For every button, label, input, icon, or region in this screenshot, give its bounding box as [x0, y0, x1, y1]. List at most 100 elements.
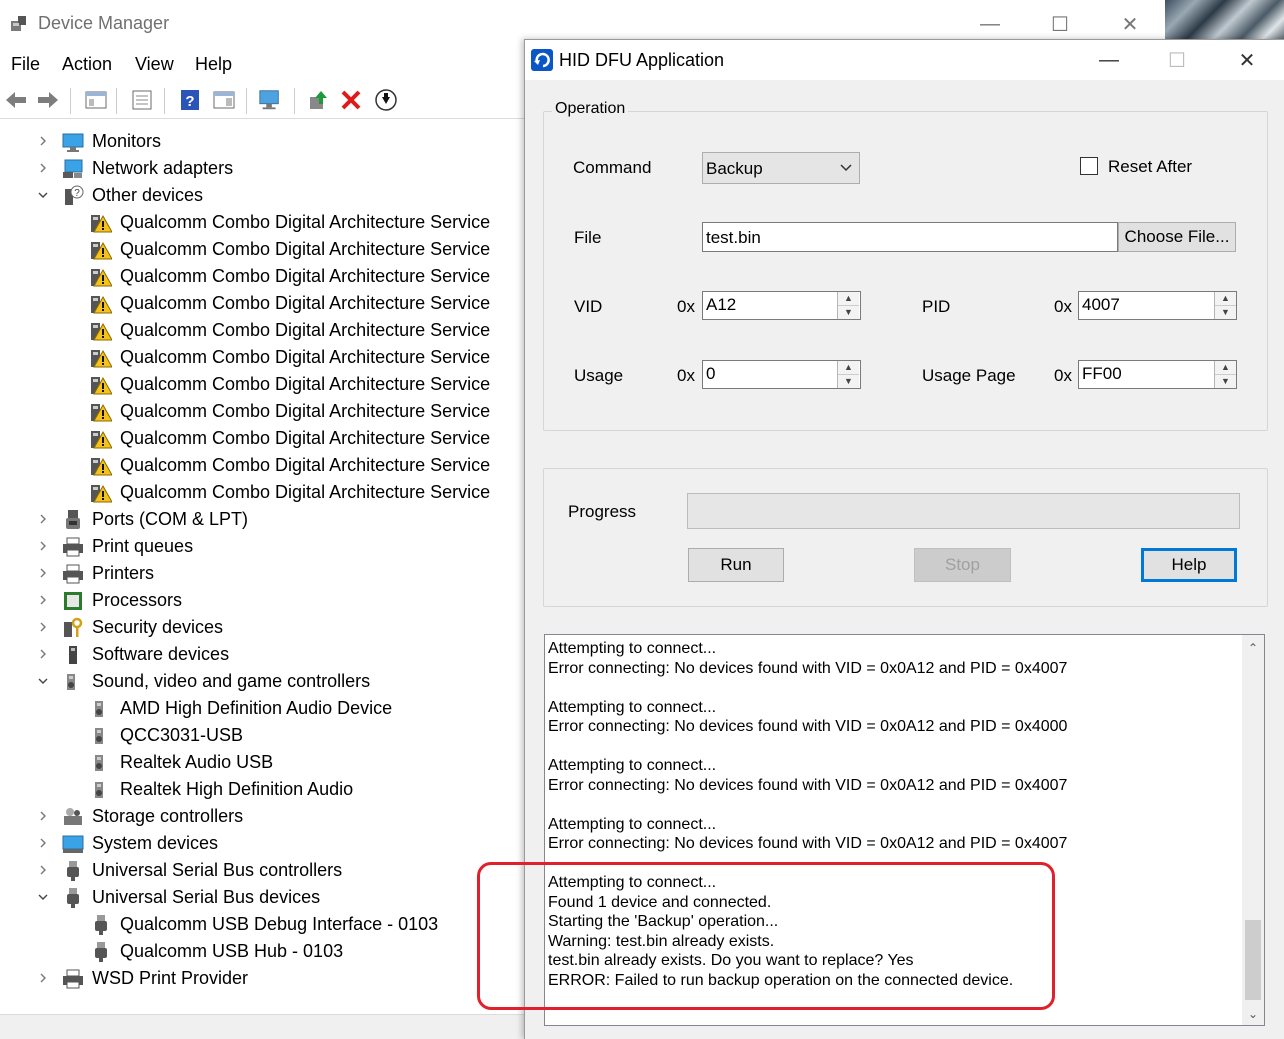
- usb-icon: [90, 914, 112, 936]
- tree-device[interactable]: Qualcomm USB Hub - 0103: [0, 938, 520, 965]
- reset-after-checkbox[interactable]: [1080, 157, 1098, 175]
- tree-device[interactable]: Qualcomm Combo Digital Architecture Serv…: [0, 317, 520, 344]
- tree-device[interactable]: Realtek Audio USB: [0, 749, 520, 776]
- monitor-icon: [62, 131, 84, 153]
- dfu-minimize-button[interactable]: —: [1075, 40, 1143, 80]
- tree-device[interactable]: Qualcomm USB Debug Interface - 0103: [0, 911, 520, 938]
- spin-up-icon[interactable]: ▲: [838, 361, 859, 375]
- tree-category[interactable]: Printers: [0, 560, 520, 587]
- spin-up-icon[interactable]: ▲: [1215, 361, 1236, 375]
- chevron-right-icon[interactable]: [36, 566, 50, 580]
- disable-device-icon[interactable]: [374, 88, 398, 112]
- menu-view[interactable]: View: [135, 54, 174, 75]
- tree-category[interactable]: Sound, video and game controllers: [0, 668, 520, 695]
- chevron-right-icon[interactable]: [36, 863, 50, 877]
- chevron-right-icon[interactable]: [36, 512, 50, 526]
- forward-arrow-icon[interactable]: [36, 88, 60, 112]
- tree-device[interactable]: Qualcomm Combo Digital Architecture Serv…: [0, 425, 520, 452]
- usage-page-spinner[interactable]: ▲ ▼: [1214, 361, 1236, 388]
- usage-spinner[interactable]: ▲ ▼: [837, 361, 859, 388]
- spin-up-icon[interactable]: ▲: [838, 292, 859, 306]
- tree-category[interactable]: Universal Serial Bus devices: [0, 884, 520, 911]
- tree-item-label: Print queues: [92, 536, 194, 556]
- tree-device[interactable]: Qualcomm Combo Digital Architecture Serv…: [0, 344, 520, 371]
- spin-up-icon[interactable]: ▲: [1215, 292, 1236, 306]
- tree-category[interactable]: System devices: [0, 830, 520, 857]
- chevron-right-icon[interactable]: [36, 809, 50, 823]
- spin-down-icon[interactable]: ▼: [838, 375, 859, 389]
- chevron-right-icon[interactable]: [36, 161, 50, 175]
- chevron-down-icon[interactable]: [36, 674, 50, 688]
- tree-category[interactable]: Storage controllers: [0, 803, 520, 830]
- tree-category[interactable]: Ports (COM & LPT): [0, 506, 520, 533]
- spin-down-icon[interactable]: ▼: [1215, 375, 1236, 389]
- tree-category[interactable]: Security devices: [0, 614, 520, 641]
- menu-help[interactable]: Help: [195, 54, 232, 75]
- tree-device[interactable]: QCC3031-USB: [0, 722, 520, 749]
- tree-category[interactable]: WSD Print Provider: [0, 965, 520, 992]
- choose-file-button[interactable]: Choose File...: [1118, 222, 1236, 252]
- chevron-down-icon[interactable]: [36, 188, 50, 202]
- operation-group-label: Operation: [552, 100, 629, 118]
- tree-device[interactable]: Realtek High Definition Audio: [0, 776, 520, 803]
- scroll-up-icon[interactable]: ⌃: [1242, 637, 1264, 659]
- tree-category[interactable]: Print queues: [0, 533, 520, 560]
- tree-category[interactable]: Monitors: [0, 128, 520, 155]
- tree-category[interactable]: Network adapters: [0, 155, 520, 182]
- back-arrow-icon[interactable]: [4, 88, 28, 112]
- log-scrollbar[interactable]: ⌃ ⌄: [1242, 635, 1264, 1025]
- tree-item-label: Realtek Audio USB: [120, 752, 274, 772]
- spin-down-icon[interactable]: ▼: [1215, 306, 1236, 320]
- file-input[interactable]: test.bin: [702, 222, 1118, 252]
- chevron-right-icon[interactable]: [36, 134, 50, 148]
- tree-item-label: WSD Print Provider: [92, 968, 249, 988]
- tree-device[interactable]: Qualcomm Combo Digital Architecture Serv…: [0, 371, 520, 398]
- show-hide-console-tree-icon[interactable]: [84, 88, 108, 112]
- speaker-icon: [90, 779, 112, 801]
- chevron-right-icon[interactable]: [36, 593, 50, 607]
- scroll-thumb[interactable]: [1245, 920, 1261, 1000]
- scan-hardware-icon[interactable]: [258, 88, 282, 112]
- chevron-right-icon[interactable]: [36, 539, 50, 553]
- tree-category[interactable]: Software devices: [0, 641, 520, 668]
- tree-device[interactable]: Qualcomm Combo Digital Architecture Serv…: [0, 290, 520, 317]
- help-icon[interactable]: ?: [178, 88, 202, 112]
- tree-item-label: Processors: [92, 590, 183, 610]
- tree-device[interactable]: Qualcomm Combo Digital Architecture Serv…: [0, 398, 520, 425]
- scroll-down-icon[interactable]: ⌄: [1242, 1003, 1264, 1025]
- chevron-down-icon[interactable]: [36, 890, 50, 904]
- update-driver-icon[interactable]: [306, 88, 330, 112]
- menu-file[interactable]: File: [11, 54, 40, 75]
- reset-after-label: Reset After: [1108, 157, 1193, 176]
- uninstall-device-icon[interactable]: [339, 88, 363, 112]
- tree-device[interactable]: Qualcomm Combo Digital Architecture Serv…: [0, 479, 520, 506]
- menu-action[interactable]: Action: [62, 54, 112, 75]
- menu-bar: File Action View Help: [0, 50, 525, 80]
- tree-device[interactable]: Qualcomm Combo Digital Architecture Serv…: [0, 452, 520, 479]
- run-button[interactable]: Run: [688, 548, 784, 582]
- command-select[interactable]: Backup: [702, 152, 860, 184]
- chevron-right-icon[interactable]: [36, 620, 50, 634]
- action-pane-icon[interactable]: [212, 88, 236, 112]
- tree-device[interactable]: AMD High Definition Audio Device: [0, 695, 520, 722]
- tree-item-label: Security devices: [92, 617, 224, 637]
- tree-device[interactable]: Qualcomm Combo Digital Architecture Serv…: [0, 236, 520, 263]
- tree-device[interactable]: Qualcomm Combo Digital Architecture Serv…: [0, 263, 520, 290]
- chevron-right-icon[interactable]: [36, 836, 50, 850]
- tree-category[interactable]: Universal Serial Bus controllers: [0, 857, 520, 884]
- pid-spinner[interactable]: ▲ ▼: [1214, 292, 1236, 319]
- toolbar-separator: [70, 88, 71, 114]
- file-label: File: [574, 228, 602, 247]
- dfu-close-button[interactable]: ✕: [1213, 40, 1281, 80]
- usage-label: Usage: [574, 366, 624, 385]
- chevron-right-icon[interactable]: [36, 647, 50, 661]
- security-device-icon: [62, 617, 84, 639]
- tree-category[interactable]: Processors: [0, 587, 520, 614]
- spin-down-icon[interactable]: ▼: [838, 306, 859, 320]
- tree-category[interactable]: ? Other devices: [0, 182, 520, 209]
- tree-device[interactable]: Qualcomm Combo Digital Architecture Serv…: [0, 209, 520, 236]
- help-button[interactable]: Help: [1141, 548, 1237, 582]
- properties-icon[interactable]: [130, 88, 154, 112]
- chevron-right-icon[interactable]: [36, 971, 50, 985]
- vid-spinner[interactable]: ▲ ▼: [837, 292, 859, 319]
